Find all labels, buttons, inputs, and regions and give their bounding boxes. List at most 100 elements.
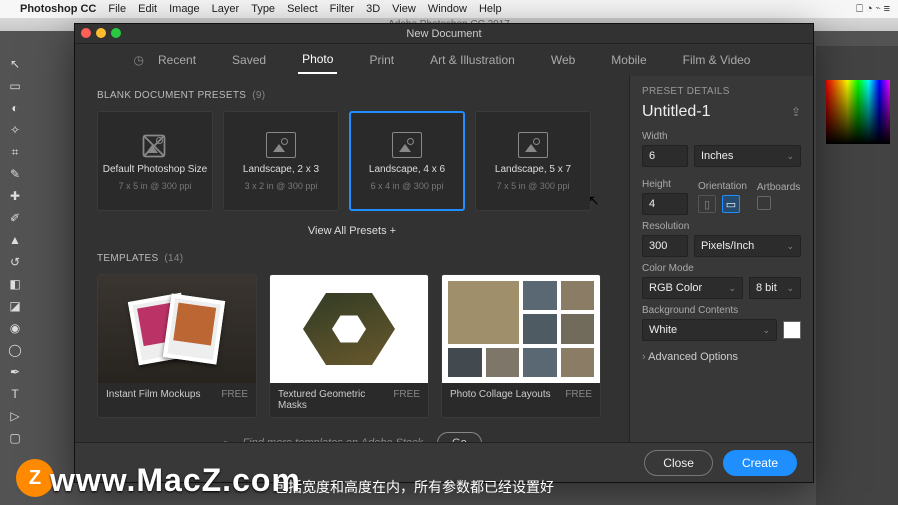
- menu-file[interactable]: File: [108, 3, 126, 15]
- tab-art[interactable]: Art & Illustration: [426, 47, 519, 73]
- menu-filter[interactable]: Filter: [330, 3, 354, 15]
- resolution-input[interactable]: 300: [642, 235, 688, 257]
- tab-print[interactable]: Print: [365, 47, 398, 73]
- zoom-window-icon[interactable]: [111, 28, 121, 38]
- height-label: Height: [642, 179, 688, 190]
- template-photo-collage[interactable]: Photo Collage LayoutsFREE: [441, 274, 601, 418]
- type-tool-icon[interactable]: T: [7, 386, 23, 402]
- color-mode-select[interactable]: RGB Color⌄: [642, 277, 743, 299]
- path-tool-icon[interactable]: ▷: [7, 408, 23, 424]
- bg-contents-select[interactable]: White⌄: [642, 319, 777, 341]
- menu-type[interactable]: Type: [251, 3, 275, 15]
- close-window-icon[interactable]: [81, 28, 91, 38]
- blur-tool-icon[interactable]: ◉: [7, 320, 23, 336]
- bg-color-swatch[interactable]: [783, 321, 801, 339]
- templates-header-label: TEMPLATES: [97, 253, 158, 264]
- gradient-tool-icon[interactable]: ◪: [7, 298, 23, 314]
- tab-recent[interactable]: Recent: [154, 47, 200, 73]
- presets-count: (9): [252, 90, 265, 101]
- template-name: Instant Film Mockups: [106, 389, 200, 400]
- app-name[interactable]: Photoshop CC: [20, 3, 96, 15]
- width-input[interactable]: 6: [642, 145, 688, 167]
- menu-help[interactable]: Help: [479, 3, 502, 15]
- close-button[interactable]: Close: [644, 450, 713, 476]
- eyedrop-tool-icon[interactable]: ✎: [7, 166, 23, 182]
- view-all-presets[interactable]: View All Presets +: [97, 225, 607, 237]
- stamp-tool-icon[interactable]: ▲: [7, 232, 23, 248]
- wand-tool-icon[interactable]: ✧: [7, 122, 23, 138]
- menu-view[interactable]: View: [392, 3, 416, 15]
- tab-photo[interactable]: Photo: [298, 46, 337, 74]
- color-mode-value: RGB Color: [649, 282, 702, 294]
- watermark-badge: Z: [16, 459, 54, 497]
- artboards-label: Artboards: [757, 182, 800, 193]
- chevron-down-icon: ⌄: [786, 283, 794, 294]
- tab-film[interactable]: Film & Video: [679, 47, 755, 73]
- unit-value: Inches: [701, 150, 733, 162]
- template-price: FREE: [393, 389, 420, 411]
- menu-select[interactable]: Select: [287, 3, 318, 15]
- mac-menubar: Photoshop CC File Edit Image Layer Type …: [0, 0, 898, 18]
- eraser-tool-icon[interactable]: ◧: [7, 276, 23, 292]
- preset-name: Landscape, 5 x 7: [495, 164, 571, 175]
- preset-default[interactable]: Default Photoshop Size 7 x 5 in @ 300 pp…: [97, 111, 213, 211]
- preset-landscape-5x7[interactable]: Landscape, 5 x 7 7 x 5 in @ 300 ppi: [475, 111, 591, 211]
- template-price: FREE: [221, 389, 248, 400]
- preset-landscape-4x6[interactable]: Landscape, 4 x 6 6 x 4 in @ 300 ppi: [349, 111, 465, 211]
- advanced-options-toggle[interactable]: Advanced Options: [642, 351, 801, 363]
- watermark-text: www.MacZ.com: [50, 462, 301, 499]
- document-name-input[interactable]: Untitled-1: [642, 103, 710, 121]
- image-icon: [266, 132, 296, 158]
- template-geometric-masks[interactable]: Textured Geometric MasksFREE: [269, 274, 429, 418]
- preset-landscape-2x3[interactable]: Landscape, 2 x 3 3 x 2 in @ 300 ppi: [223, 111, 339, 211]
- menu-window[interactable]: Window: [428, 3, 467, 15]
- dialog-titlebar: New Document: [75, 24, 813, 44]
- color-picker-swatch[interactable]: [826, 80, 890, 144]
- bg-contents-label: Background Contents: [642, 305, 801, 316]
- lasso-tool-icon[interactable]: ◐: [7, 100, 23, 116]
- bit-depth-select[interactable]: 8 bit⌄: [749, 277, 801, 299]
- preset-name: Landscape, 2 x 3: [243, 164, 319, 175]
- templates-count: (14): [164, 253, 183, 264]
- crop-tool-icon[interactable]: ⌗: [7, 144, 23, 160]
- template-thumb: [98, 275, 256, 383]
- pen-tool-icon[interactable]: ✒: [7, 364, 23, 380]
- orientation-portrait-icon[interactable]: ▯: [698, 195, 716, 213]
- history-tool-icon[interactable]: ↺: [7, 254, 23, 270]
- bg-value: White: [649, 324, 677, 336]
- brush-tool-icon[interactable]: ✐: [7, 210, 23, 226]
- color-mode-label: Color Mode: [642, 263, 801, 274]
- move-tool-icon[interactable]: ↖: [7, 56, 23, 72]
- artboards-checkbox[interactable]: [757, 196, 771, 210]
- menu-image[interactable]: Image: [169, 3, 200, 15]
- preset-details-panel: PRESET DETAILS Untitled-1 ⇪ Width 6 Inch…: [629, 76, 813, 442]
- resolution-unit-select[interactable]: Pixels/Inch⌄: [694, 235, 801, 257]
- preset-name: Default Photoshop Size: [103, 164, 208, 175]
- tab-web[interactable]: Web: [547, 47, 579, 73]
- go-button[interactable]: Go: [437, 432, 482, 442]
- orientation-label: Orientation: [698, 181, 747, 192]
- save-preset-icon[interactable]: ⇪: [791, 105, 801, 119]
- template-thumb: [442, 275, 600, 383]
- menu-3d[interactable]: 3D: [366, 3, 380, 15]
- create-button[interactable]: Create: [723, 450, 797, 476]
- unit-select[interactable]: Inches⌄: [694, 145, 801, 167]
- subtitle-caption: 包括宽度和高度在内，所有参数都已经设置好: [274, 477, 554, 497]
- menu-edit[interactable]: Edit: [138, 3, 157, 15]
- dodge-tool-icon[interactable]: ◯: [7, 342, 23, 358]
- presets-header-label: BLANK DOCUMENT PRESETS: [97, 90, 246, 101]
- tab-mobile[interactable]: Mobile: [607, 47, 650, 73]
- marquee-tool-icon[interactable]: ▭: [7, 78, 23, 94]
- menu-layer[interactable]: Layer: [212, 3, 240, 15]
- height-input[interactable]: 4: [642, 193, 688, 215]
- tab-saved[interactable]: Saved: [228, 47, 270, 73]
- template-name: Photo Collage Layouts: [450, 389, 551, 400]
- shape-tool-icon[interactable]: ▢: [7, 430, 23, 446]
- preset-meta: 7 x 5 in @ 300 ppi: [497, 181, 570, 191]
- heal-tool-icon[interactable]: ✚: [7, 188, 23, 204]
- template-instant-film[interactable]: Instant Film Mockups FREE: [97, 274, 257, 418]
- minimize-window-icon[interactable]: [96, 28, 106, 38]
- templates-header: TEMPLATES (14): [97, 253, 607, 264]
- orientation-landscape-icon[interactable]: ▭: [722, 195, 740, 213]
- resolution-unit-value: Pixels/Inch: [701, 240, 754, 252]
